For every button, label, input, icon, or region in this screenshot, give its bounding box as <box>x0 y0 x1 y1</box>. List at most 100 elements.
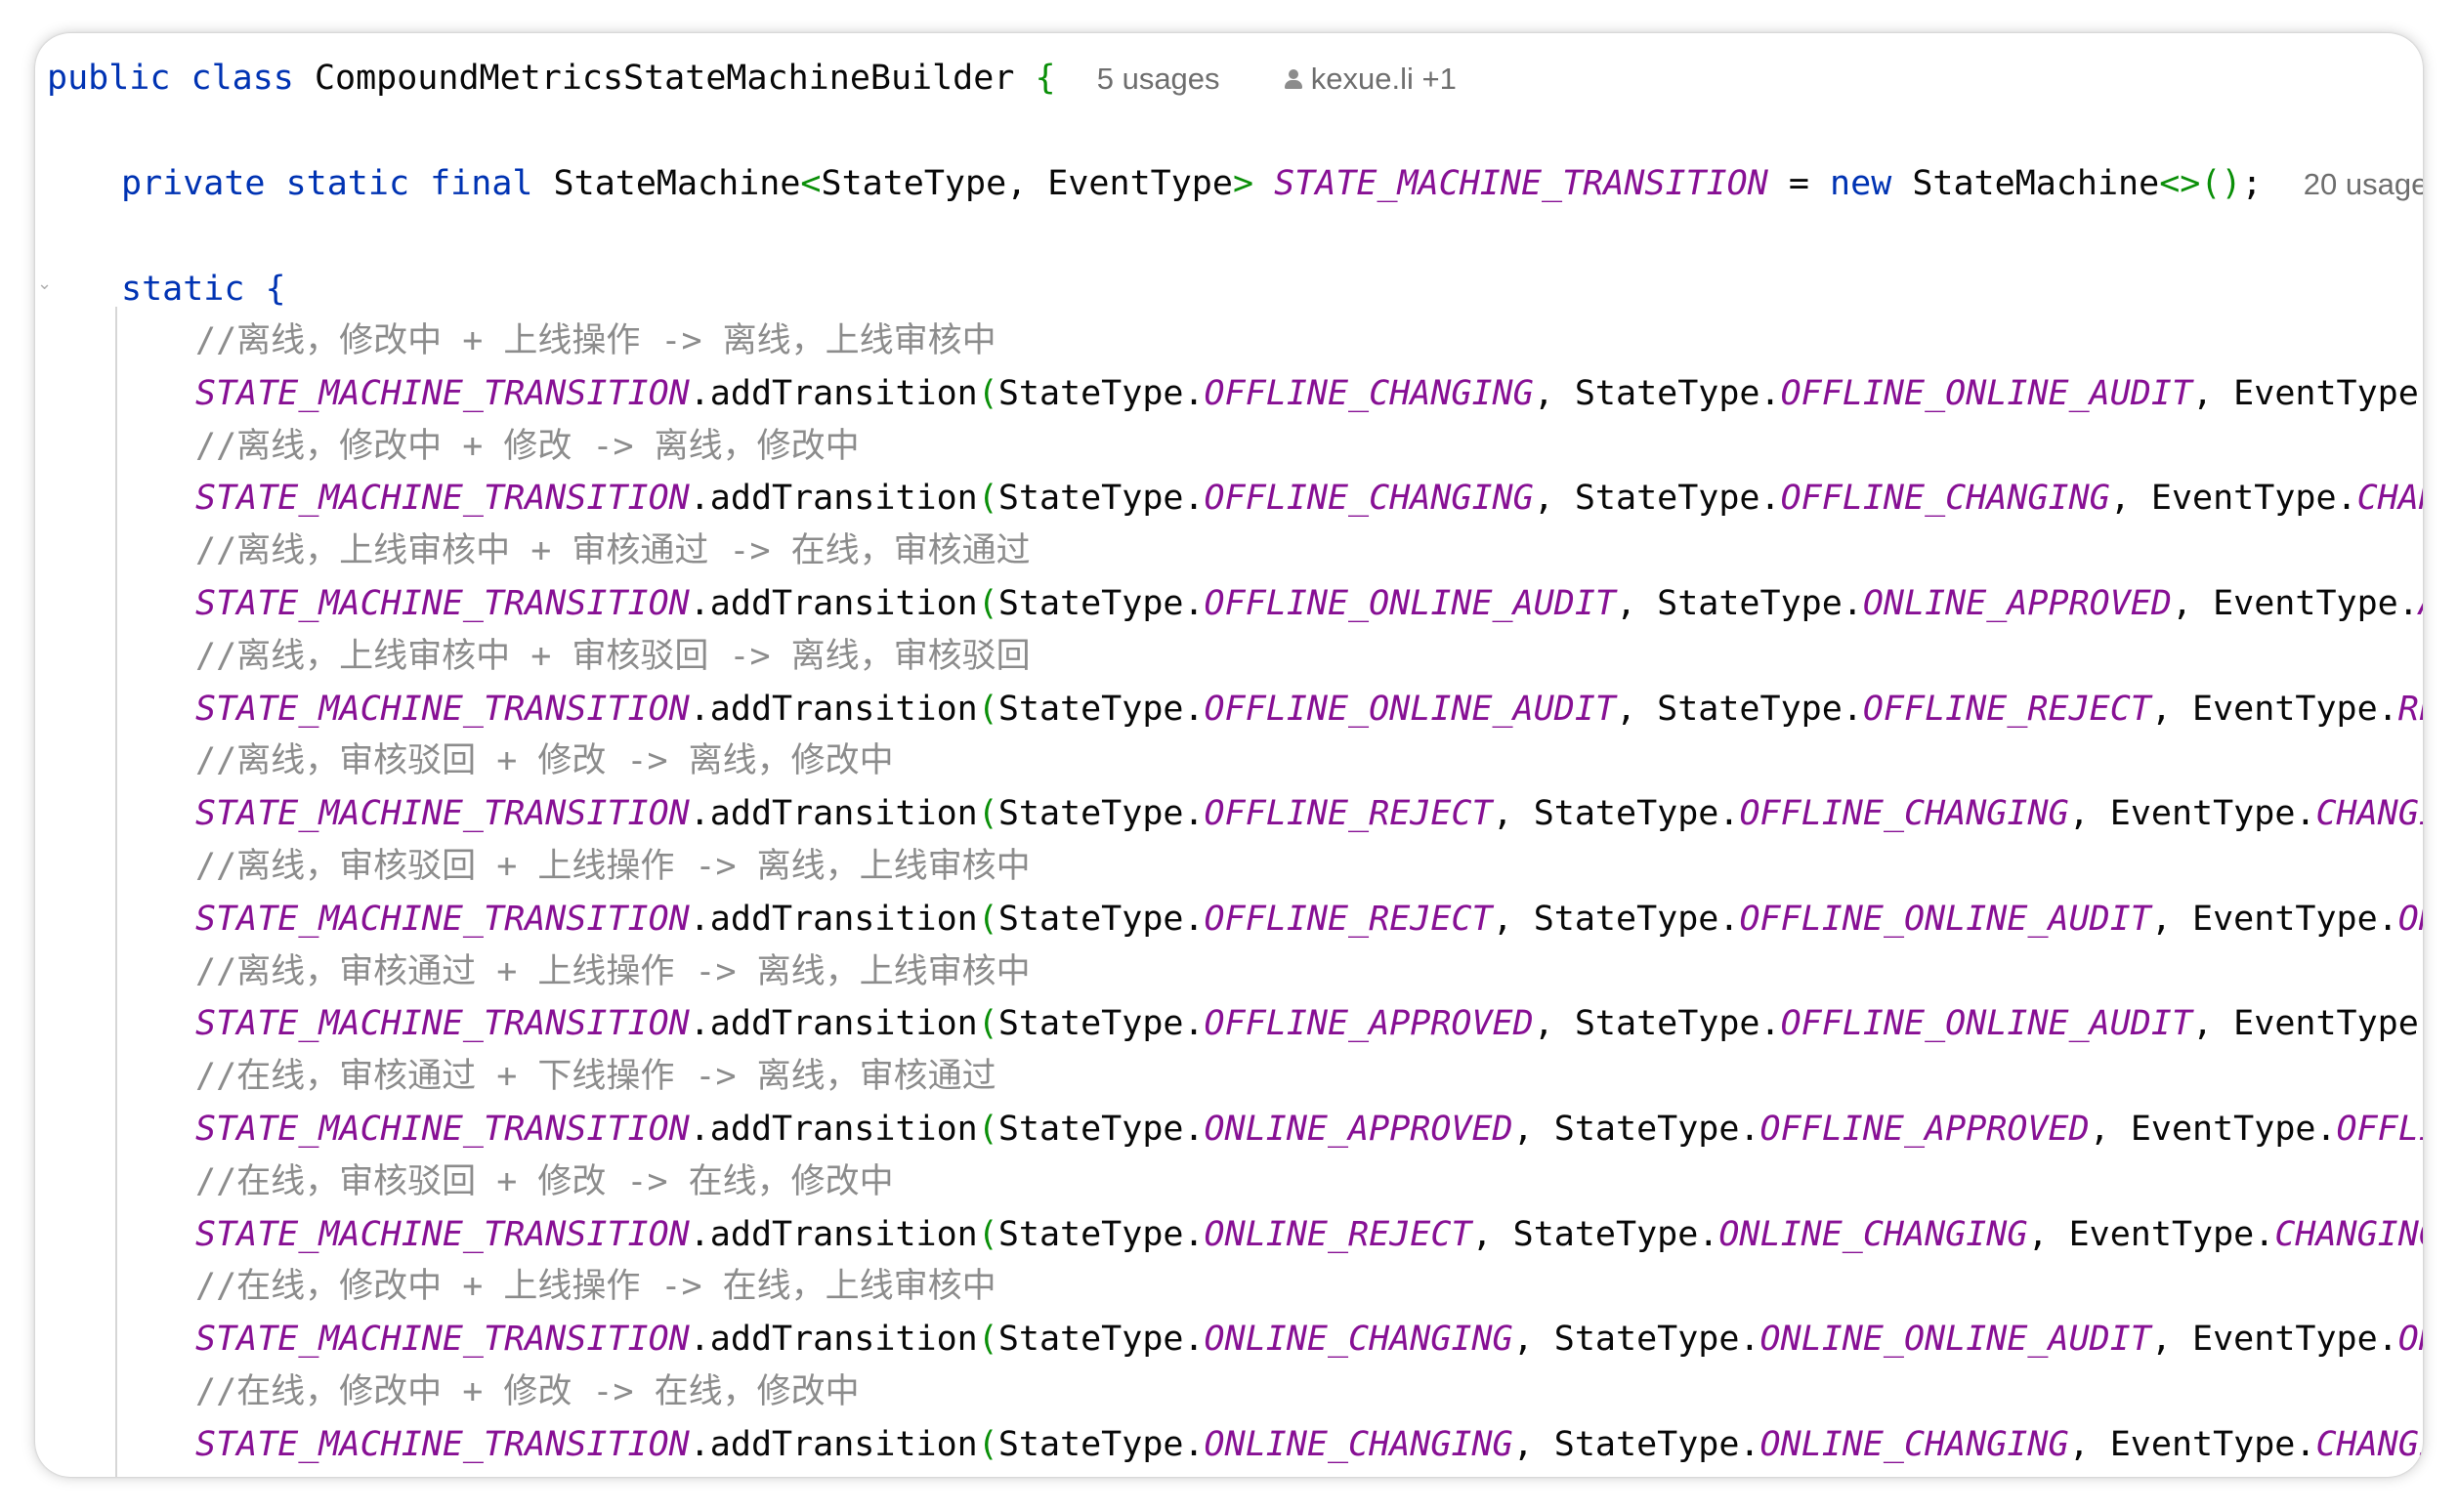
method-name: .addTransition <box>689 584 978 623</box>
arg-separator: , <box>1615 689 1658 729</box>
arg-separator: , <box>1615 584 1658 623</box>
event-name: ONLINE <box>2397 899 2423 939</box>
comment-line: //离线，审核通过 + 上线操作 -> 离线，上线审核中 <box>195 946 1031 997</box>
diamond-operator: <> <box>2159 164 2201 203</box>
transition-code-line[interactable]: STATE_MACHINE_TRANSITION.addTransition(S… <box>195 578 2423 629</box>
open-paren: ( <box>977 794 998 834</box>
arg-separator: , <box>2150 1320 2193 1360</box>
event-name: REJECT <box>2397 689 2423 729</box>
person-icon <box>1282 65 1303 91</box>
transition-comment: //在线，审核驳回 + 修改 -> 在线，修改中 <box>195 1161 894 1201</box>
open-paren: ( <box>977 1320 998 1360</box>
keyword-class: class <box>191 59 294 98</box>
receiver-constant: STATE_MACHINE_TRANSITION <box>195 373 690 413</box>
transition-code-line[interactable]: STATE_MACHINE_TRANSITION.addTransition(S… <box>195 473 2423 524</box>
arg-separator: , <box>2027 1214 2069 1254</box>
arg-separator: , <box>1492 899 1534 939</box>
transition-comment: //离线，审核驳回 + 上线操作 -> 离线，上线审核中 <box>195 847 1031 886</box>
field-type[interactable]: StateMachine <box>554 164 801 203</box>
method-name: .addTransition <box>689 1424 978 1464</box>
method-name: .addTransition <box>689 1320 978 1360</box>
state-type-qualifier: StateType. <box>997 584 1205 623</box>
arg-separator: , <box>1533 373 1575 413</box>
field-usages-hint[interactable]: 20 usages <box>2304 167 2423 201</box>
state-type-qualifier: StateType. <box>1574 373 1781 413</box>
to-state: OFFLINE_CHANGING <box>1739 794 2069 834</box>
method-name: .addTransition <box>689 1110 978 1149</box>
state-type-qualifier: StateType. <box>997 479 1205 519</box>
from-state: ONLINE_REJECT <box>1204 1214 1472 1254</box>
transition-code-line[interactable]: STATE_MACHINE_TRANSITION.addTransition(S… <box>195 894 2423 945</box>
transition-comment: //离线，审核驳回 + 修改 -> 离线，修改中 <box>195 741 894 781</box>
open-paren: ( <box>977 1004 998 1044</box>
method-name: .addTransition <box>689 794 978 834</box>
comment-line: //离线，审核驳回 + 修改 -> 离线，修改中 <box>195 735 894 786</box>
comment-line: //离线，上线审核中 + 审核通过 -> 在线，审核通过 <box>195 525 1031 576</box>
usages-hint[interactable]: 5 usages <box>1097 62 1220 96</box>
open-paren: ( <box>977 899 998 939</box>
code-editor[interactable]: ⌄ public class CompoundMetricsStateMachi… <box>35 33 2423 1477</box>
receiver-constant: STATE_MACHINE_TRANSITION <box>195 1110 690 1149</box>
state-type-qualifier: StateType. <box>1553 1320 1760 1360</box>
comment-line: //离线，审核驳回 + 上线操作 -> 离线，上线审核中 <box>195 841 1031 892</box>
transition-comment: //离线，上线审核中 + 审核驳回 -> 离线，审核驳回 <box>195 636 1031 676</box>
comment-line: //在线，修改中 + 上线操作 -> 在线，上线审核中 <box>195 1261 996 1312</box>
arg-separator: , <box>1512 1424 1554 1464</box>
transition-code-line[interactable]: STATE_MACHINE_TRANSITION.addTransition(S… <box>195 684 2423 735</box>
to-state: ONLINE_CHANGING <box>1718 1214 2028 1254</box>
receiver-constant: STATE_MACHINE_TRANSITION <box>195 1320 690 1360</box>
state-type-qualifier: StateType. <box>997 899 1205 939</box>
arg-separator: , <box>2109 479 2151 519</box>
event-type-qualifier: EventType. <box>2109 1424 2316 1464</box>
event-type-qualifier: EventType. <box>2068 1214 2275 1254</box>
receiver-constant: STATE_MACHINE_TRANSITION <box>195 794 690 834</box>
state-type-qualifier: StateType. <box>1533 899 1740 939</box>
fold-marker-icon[interactable]: ⌄ <box>37 273 52 294</box>
state-type-qualifier: StateType. <box>997 794 1205 834</box>
from-state: OFFLINE_REJECT <box>1204 899 1493 939</box>
event-type-qualifier: EventType. <box>2213 584 2419 623</box>
field-declaration-line: private static final StateMachine<StateT… <box>121 158 2423 209</box>
transition-code-line[interactable]: STATE_MACHINE_TRANSITION.addTransition(S… <box>195 998 2423 1049</box>
state-type-qualifier: StateType. <box>1657 689 1863 729</box>
to-state: ONLINE_ONLINE_AUDIT <box>1759 1320 2151 1360</box>
state-type-qualifier: StateType. <box>1533 794 1740 834</box>
transition-code-line[interactable]: STATE_MACHINE_TRANSITION.addTransition(S… <box>195 788 2423 839</box>
from-state: OFFLINE_CHANGING <box>1204 373 1534 413</box>
arg-separator: , <box>1492 794 1534 834</box>
class-name[interactable]: CompoundMetricsStateMachineBuilder <box>315 59 1014 98</box>
transition-comment: //在线，审核通过 + 下线操作 -> 离线，审核通过 <box>195 1057 996 1097</box>
transition-code-line[interactable]: STATE_MACHINE_TRANSITION.addTransition(S… <box>195 1419 2423 1470</box>
event-name: ONLINE <box>2397 1320 2423 1360</box>
open-paren: ( <box>977 1424 998 1464</box>
transition-code-line[interactable]: STATE_MACHINE_TRANSITION.addTransition(S… <box>195 1209 2423 1260</box>
receiver-constant: STATE_MACHINE_TRANSITION <box>195 1424 690 1464</box>
from-state: OFFLINE_ONLINE_AUDIT <box>1204 689 1616 729</box>
transition-code-line[interactable]: STATE_MACHINE_TRANSITION.addTransition(S… <box>195 1104 2423 1155</box>
open-paren: ( <box>977 1214 998 1254</box>
assign-operator: = <box>1767 164 1831 203</box>
state-type-qualifier: StateType. <box>997 373 1205 413</box>
state-type-qualifier: StateType. <box>1574 1004 1781 1044</box>
event-type-qualifier: EventType. <box>2233 373 2423 413</box>
constructor-name[interactable]: StateMachine <box>1912 164 2159 203</box>
from-state: ONLINE_CHANGING <box>1204 1424 1513 1464</box>
method-name: .addTransition <box>689 373 978 413</box>
comment-line: //离线，修改中 + 上线操作 -> 离线，上线审核中 <box>195 315 996 366</box>
static-block-line: static { <box>121 264 286 315</box>
author-hint[interactable]: kexue.li +1 <box>1282 62 1457 96</box>
from-state: OFFLINE_CHANGING <box>1204 479 1534 519</box>
state-type-qualifier: StateType. <box>997 1110 1205 1149</box>
constructor-parens: () <box>2200 164 2242 203</box>
keyword-private: private <box>121 164 266 203</box>
field-semicolon: ; <box>2241 164 2263 203</box>
event-type-qualifier: EventType. <box>2192 689 2398 729</box>
state-type-qualifier: StateType. <box>1512 1214 1719 1254</box>
transition-code-line[interactable]: STATE_MACHINE_TRANSITION.addTransition(S… <box>195 368 2423 419</box>
transition-code-line[interactable]: STATE_MACHINE_TRANSITION.addTransition( S… <box>195 1314 2423 1365</box>
comment-line: //在线，修改中 + 修改 -> 在线，修改中 <box>195 1366 860 1417</box>
from-state: OFFLINE_APPROVED <box>1204 1004 1534 1044</box>
keyword-static-block: static <box>121 270 245 309</box>
state-type-qualifier: StateType. <box>997 1214 1205 1254</box>
field-name[interactable]: STATE_MACHINE_TRANSITION <box>1274 164 1768 203</box>
